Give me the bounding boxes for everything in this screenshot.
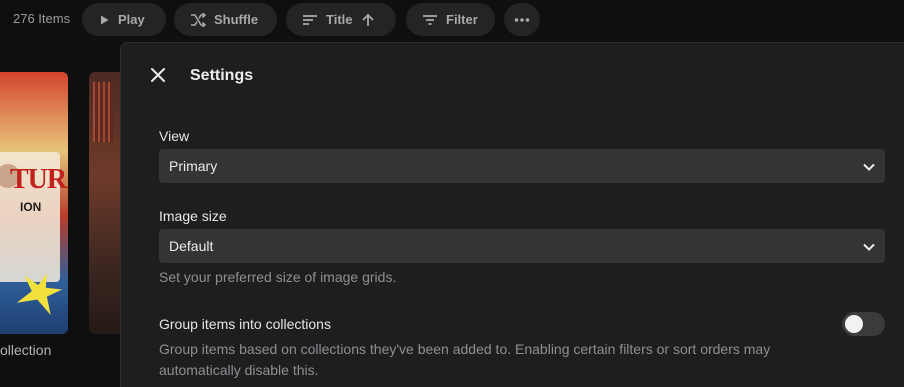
group-collections-hint-line2: automatically disable this. bbox=[159, 362, 319, 378]
arrow-up-icon bbox=[361, 13, 375, 27]
library-toolbar: 276 Items Play Shuffle Title Filter bbox=[0, 0, 904, 40]
image-size-select-value: Default bbox=[169, 238, 214, 254]
shuffle-button[interactable]: Shuffle bbox=[174, 3, 277, 36]
close-icon bbox=[150, 67, 166, 88]
settings-title: Settings bbox=[190, 67, 254, 84]
shuffle-label: Shuffle bbox=[214, 12, 259, 27]
filter-icon bbox=[422, 14, 438, 26]
image-size-label: Image size bbox=[159, 208, 227, 224]
filter-label: Filter bbox=[446, 12, 478, 27]
image-size-select[interactable]: Default bbox=[159, 229, 885, 263]
view-select-value: Primary bbox=[169, 158, 218, 174]
group-collections-label: Group items into collections bbox=[159, 316, 331, 332]
poster-caption[interactable]: ollection bbox=[0, 342, 51, 358]
toggle-knob bbox=[845, 315, 863, 333]
filter-button[interactable]: Filter bbox=[406, 3, 495, 36]
view-label: View bbox=[159, 128, 190, 144]
item-count: 276 Items bbox=[13, 11, 71, 26]
chevron-down-icon bbox=[863, 158, 875, 174]
shuffle-icon bbox=[190, 12, 206, 27]
settings-panel bbox=[120, 42, 904, 387]
sort-lines-icon bbox=[302, 14, 318, 26]
group-collections-toggle[interactable] bbox=[842, 312, 885, 336]
group-collections-hint-line1: Group items based on collections they've… bbox=[159, 341, 771, 357]
more-horizontal-icon bbox=[514, 17, 530, 22]
poster-artwork bbox=[93, 82, 113, 142]
more-options-button[interactable] bbox=[504, 3, 540, 36]
sort-button[interactable]: Title bbox=[286, 3, 396, 36]
chevron-down-icon bbox=[863, 238, 875, 254]
play-icon bbox=[98, 14, 110, 26]
poster-title-text: TURA bbox=[10, 164, 68, 195]
sort-label: Title bbox=[326, 12, 353, 27]
close-settings-button[interactable] bbox=[146, 65, 170, 89]
play-label: Play bbox=[118, 12, 145, 27]
image-size-hint: Set your preferred size of image grids. bbox=[159, 269, 397, 285]
view-select[interactable]: Primary bbox=[159, 149, 885, 183]
poster-subtitle-text: ION bbox=[20, 200, 42, 214]
library-poster-collection[interactable]: TURA ION bbox=[0, 72, 68, 334]
play-button[interactable]: Play bbox=[82, 3, 166, 36]
